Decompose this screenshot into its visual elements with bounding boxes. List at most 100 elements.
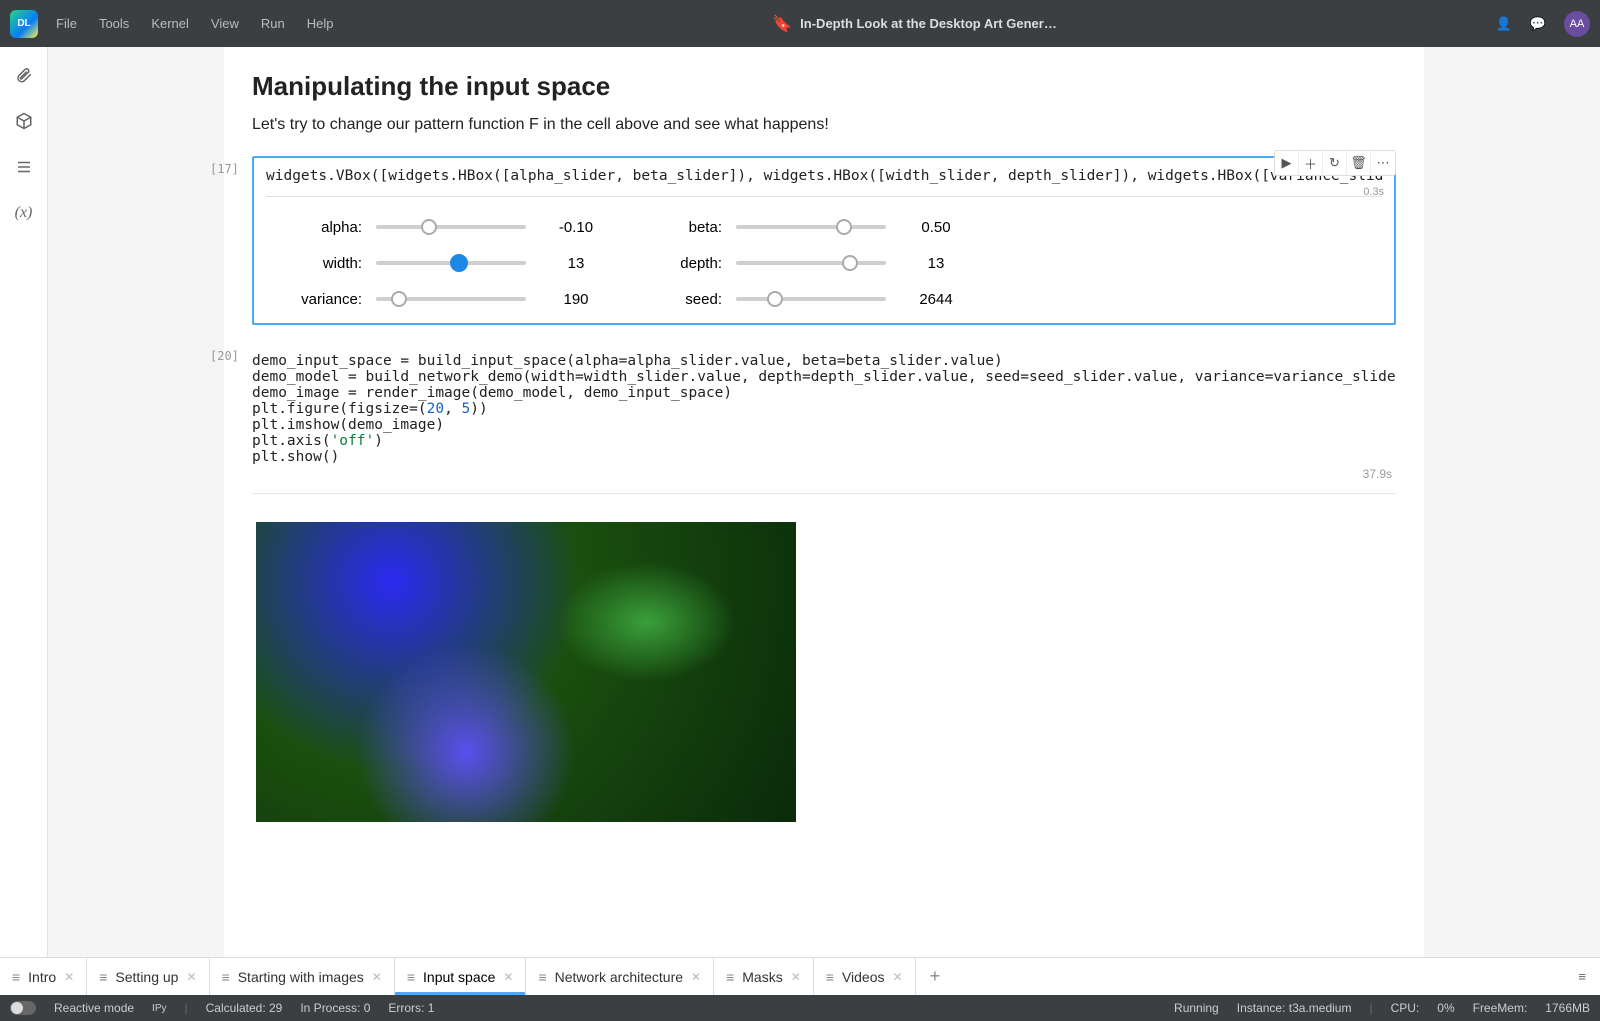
- attachments-icon[interactable]: [14, 65, 34, 85]
- slider-alpha[interactable]: [376, 217, 526, 237]
- main-menu: File Tools Kernel View Run Help: [56, 16, 333, 31]
- user-add-icon[interactable]: 👤: [1496, 16, 1512, 32]
- menu-run[interactable]: Run: [261, 16, 285, 31]
- close-icon[interactable]: ✕: [893, 970, 903, 984]
- cell-block[interactable]: demo_input_space = build_input_space(alp…: [252, 343, 1396, 832]
- cell-20[interactable]: [20] demo_input_space = build_input_spac…: [252, 343, 1396, 832]
- toc-icon[interactable]: [14, 157, 34, 177]
- close-icon[interactable]: ✕: [691, 970, 701, 984]
- package-icon[interactable]: [14, 111, 34, 131]
- status-bar: Reactive mode IPy | Calculated: 29 In Pr…: [0, 995, 1600, 1021]
- status-mem-value: 1766MB: [1545, 1001, 1590, 1015]
- top-bar: DL File Tools Kernel View Run Help 🔖 In-…: [0, 0, 1600, 47]
- tab-starting-images[interactable]: ≡ Starting with images ✕: [210, 958, 395, 995]
- slider-label-depth: depth:: [626, 255, 736, 272]
- menu-tools[interactable]: Tools: [99, 16, 129, 31]
- close-icon[interactable]: ✕: [186, 970, 196, 984]
- slider-value-seed: 2644: [886, 291, 986, 308]
- menu-view[interactable]: View: [211, 16, 239, 31]
- cell-prompt: [20]: [210, 349, 239, 363]
- slider-label-alpha: alpha:: [266, 219, 376, 236]
- md-heading: Manipulating the input space: [252, 71, 1396, 102]
- add-cell-icon[interactable]: ＋: [1299, 151, 1323, 175]
- close-icon[interactable]: ✕: [64, 970, 74, 984]
- separator: |: [1369, 1001, 1372, 1015]
- sheet-icon: ≡: [826, 969, 834, 985]
- status-calculated: Calculated: 29: [206, 1001, 283, 1015]
- sheet-icon: ≡: [726, 969, 734, 985]
- status-cpu-value: 0%: [1437, 1001, 1454, 1015]
- tab-setting-up[interactable]: ≡ Setting up ✕: [87, 958, 209, 995]
- status-mem-label: FreeMem:: [1473, 1001, 1528, 1015]
- slider-label-seed: seed:: [626, 291, 736, 308]
- more-cell-icon[interactable]: ⋯: [1371, 151, 1395, 175]
- top-right: 👤 💬 AA: [1496, 11, 1590, 37]
- tab-videos[interactable]: ≡ Videos ✕: [814, 958, 916, 995]
- variables-icon[interactable]: (x): [14, 203, 34, 223]
- tab-label: Setting up: [115, 969, 178, 985]
- close-icon[interactable]: ✕: [372, 970, 382, 984]
- notebook-page: Manipulating the input space Let's try t…: [224, 47, 1424, 957]
- avatar[interactable]: AA: [1564, 11, 1590, 37]
- sheet-icon: ≡: [12, 969, 20, 985]
- slider-value-width: 13: [526, 255, 626, 272]
- status-inprocess: In Process: 0: [300, 1001, 370, 1015]
- cell-code[interactable]: widgets.VBox([widgets.HBox([alpha_slider…: [266, 168, 1382, 184]
- widget-sliders: alpha: -0.10 beta: 0.50 width: 13 depth:…: [266, 196, 1382, 313]
- tab-label: Network architecture: [555, 969, 683, 985]
- status-running: Running: [1174, 1001, 1219, 1015]
- slider-width[interactable]: [376, 253, 526, 273]
- slider-label-beta: beta:: [626, 219, 736, 236]
- tab-label: Input space: [423, 969, 495, 985]
- notifications-icon[interactable]: 💬: [1530, 16, 1546, 32]
- menu-file[interactable]: File: [56, 16, 77, 31]
- slider-seed[interactable]: [736, 289, 886, 309]
- cell-code[interactable]: demo_input_space = build_input_space(alp…: [252, 353, 1396, 465]
- slider-value-depth: 13: [886, 255, 986, 272]
- slider-variance[interactable]: [376, 289, 526, 309]
- cell-17[interactable]: [17] ▶ ＋ ↻ 🗑 ⋯ widgets.VBox([widgets.HBo…: [252, 156, 1396, 325]
- refresh-cell-icon[interactable]: ↻: [1323, 151, 1347, 175]
- exec-time: 0.3s: [1363, 186, 1384, 198]
- tab-label: Masks: [742, 969, 782, 985]
- sheet-tabs: ≡ Intro ✕ ≡ Setting up ✕ ≡ Starting with…: [0, 957, 1600, 995]
- cell-toolbar: ▶ ＋ ↻ 🗑 ⋯: [1274, 150, 1396, 176]
- tabs-menu-icon[interactable]: ≡: [1564, 958, 1600, 995]
- add-tab-button[interactable]: +: [916, 958, 955, 995]
- menu-help[interactable]: Help: [307, 16, 334, 31]
- sheet-icon: ≡: [538, 969, 546, 985]
- slider-beta[interactable]: [736, 217, 886, 237]
- tab-label: Videos: [842, 969, 885, 985]
- title-text: In-Depth Look at the Desktop Art Gener…: [800, 16, 1057, 31]
- status-instance: Instance: t3a.medium: [1237, 1001, 1352, 1015]
- status-cpu-label: CPU:: [1391, 1001, 1420, 1015]
- close-icon[interactable]: ✕: [503, 970, 513, 984]
- bookmark-icon[interactable]: 🔖: [772, 14, 792, 34]
- app-logo: DL: [10, 10, 38, 38]
- sheet-icon: ≡: [407, 969, 415, 985]
- slider-label-variance: variance:: [266, 291, 376, 308]
- document-title: 🔖 In-Depth Look at the Desktop Art Gener…: [351, 14, 1477, 34]
- menu-kernel[interactable]: Kernel: [151, 16, 189, 31]
- notebook-area[interactable]: Manipulating the input space Let's try t…: [48, 47, 1600, 957]
- reactive-toggle[interactable]: [10, 1001, 36, 1015]
- slider-value-variance: 190: [526, 291, 626, 308]
- slider-label-width: width:: [266, 255, 376, 272]
- exec-time: 37.9s: [252, 467, 1396, 481]
- tab-network-architecture[interactable]: ≡ Network architecture ✕: [526, 958, 714, 995]
- slider-value-alpha: -0.10: [526, 219, 626, 236]
- tab-input-space[interactable]: ≡ Input space ✕: [395, 958, 527, 995]
- tab-label: Starting with images: [238, 969, 364, 985]
- cell-block[interactable]: widgets.VBox([widgets.HBox([alpha_slider…: [252, 156, 1396, 325]
- slider-value-beta: 0.50: [886, 219, 986, 236]
- delete-cell-icon[interactable]: 🗑: [1347, 151, 1371, 175]
- md-text: Let's try to change our pattern function…: [252, 116, 1396, 134]
- status-errors: Errors: 1: [388, 1001, 434, 1015]
- tab-masks[interactable]: ≡ Masks ✕: [714, 958, 814, 995]
- slider-depth[interactable]: [736, 253, 886, 273]
- reactive-label: Reactive mode: [54, 1001, 134, 1015]
- cell-prompt: [17]: [210, 162, 239, 176]
- tab-intro[interactable]: ≡ Intro ✕: [0, 958, 87, 995]
- run-cell-icon[interactable]: ▶: [1275, 151, 1299, 175]
- close-icon[interactable]: ✕: [791, 970, 801, 984]
